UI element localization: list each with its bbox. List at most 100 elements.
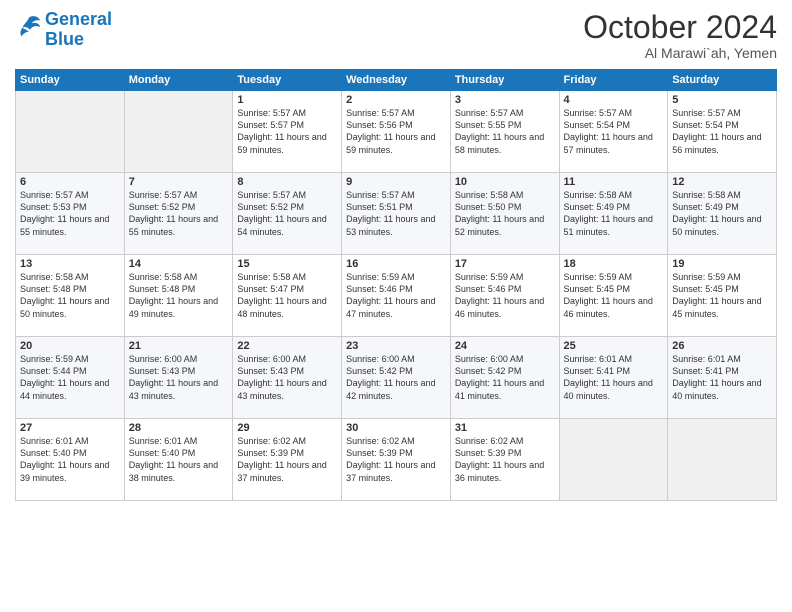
day-cell: 29 Sunrise: 6:02 AMSunset: 5:39 PMDaylig… (233, 419, 342, 501)
calendar-table: Sunday Monday Tuesday Wednesday Thursday… (15, 69, 777, 501)
day-info: Sunrise: 5:58 AMSunset: 5:49 PMDaylight:… (564, 189, 664, 238)
day-number: 4 (564, 94, 664, 106)
day-number: 18 (564, 258, 664, 270)
day-number: 9 (346, 176, 446, 188)
day-cell: 15 Sunrise: 5:58 AMSunset: 5:47 PMDaylig… (233, 255, 342, 337)
day-info: Sunrise: 6:02 AMSunset: 5:39 PMDaylight:… (346, 435, 446, 484)
day-cell: 18 Sunrise: 5:59 AMSunset: 5:45 PMDaylig… (559, 255, 668, 337)
day-cell: 10 Sunrise: 5:58 AMSunset: 5:50 PMDaylig… (450, 173, 559, 255)
day-info: Sunrise: 5:57 AMSunset: 5:56 PMDaylight:… (346, 107, 446, 156)
header: General Blue October 2024 Al Marawi`ah, … (15, 10, 777, 61)
day-number: 25 (564, 340, 664, 352)
day-number: 7 (129, 176, 229, 188)
day-info: Sunrise: 5:59 AMSunset: 5:46 PMDaylight:… (346, 271, 446, 320)
day-info: Sunrise: 6:00 AMSunset: 5:42 PMDaylight:… (455, 353, 555, 402)
day-cell: 22 Sunrise: 6:00 AMSunset: 5:43 PMDaylig… (233, 337, 342, 419)
col-saturday: Saturday (668, 70, 777, 91)
day-cell: 1 Sunrise: 5:57 AMSunset: 5:57 PMDayligh… (233, 91, 342, 173)
day-info: Sunrise: 5:57 AMSunset: 5:57 PMDaylight:… (237, 107, 337, 156)
day-cell: 9 Sunrise: 5:57 AMSunset: 5:51 PMDayligh… (342, 173, 451, 255)
day-number: 13 (20, 258, 120, 270)
day-number: 1 (237, 94, 337, 106)
day-info: Sunrise: 5:58 AMSunset: 5:50 PMDaylight:… (455, 189, 555, 238)
day-info: Sunrise: 5:58 AMSunset: 5:47 PMDaylight:… (237, 271, 337, 320)
day-cell (559, 419, 668, 501)
day-info: Sunrise: 5:58 AMSunset: 5:48 PMDaylight:… (20, 271, 120, 320)
day-cell: 5 Sunrise: 5:57 AMSunset: 5:54 PMDayligh… (668, 91, 777, 173)
day-info: Sunrise: 5:57 AMSunset: 5:54 PMDaylight:… (672, 107, 772, 156)
day-cell: 6 Sunrise: 5:57 AMSunset: 5:53 PMDayligh… (16, 173, 125, 255)
day-info: Sunrise: 6:02 AMSunset: 5:39 PMDaylight:… (237, 435, 337, 484)
logo-text-line2: Blue (45, 30, 112, 50)
day-cell: 17 Sunrise: 5:59 AMSunset: 5:46 PMDaylig… (450, 255, 559, 337)
day-info: Sunrise: 6:01 AMSunset: 5:40 PMDaylight:… (129, 435, 229, 484)
day-number: 15 (237, 258, 337, 270)
day-number: 11 (564, 176, 664, 188)
day-cell: 21 Sunrise: 6:00 AMSunset: 5:43 PMDaylig… (124, 337, 233, 419)
day-number: 30 (346, 422, 446, 434)
day-cell: 8 Sunrise: 5:57 AMSunset: 5:52 PMDayligh… (233, 173, 342, 255)
day-info: Sunrise: 5:57 AMSunset: 5:52 PMDaylight:… (129, 189, 229, 238)
day-cell: 31 Sunrise: 6:02 AMSunset: 5:39 PMDaylig… (450, 419, 559, 501)
day-number: 10 (455, 176, 555, 188)
day-cell: 25 Sunrise: 6:01 AMSunset: 5:41 PMDaylig… (559, 337, 668, 419)
day-cell (16, 91, 125, 173)
day-info: Sunrise: 5:57 AMSunset: 5:54 PMDaylight:… (564, 107, 664, 156)
day-cell: 19 Sunrise: 5:59 AMSunset: 5:45 PMDaylig… (668, 255, 777, 337)
day-number: 27 (20, 422, 120, 434)
col-sunday: Sunday (16, 70, 125, 91)
day-cell: 13 Sunrise: 5:58 AMSunset: 5:48 PMDaylig… (16, 255, 125, 337)
col-thursday: Thursday (450, 70, 559, 91)
week-row-4: 20 Sunrise: 5:59 AMSunset: 5:44 PMDaylig… (16, 337, 777, 419)
day-number: 20 (20, 340, 120, 352)
week-row-1: 1 Sunrise: 5:57 AMSunset: 5:57 PMDayligh… (16, 91, 777, 173)
day-cell: 20 Sunrise: 5:59 AMSunset: 5:44 PMDaylig… (16, 337, 125, 419)
col-monday: Monday (124, 70, 233, 91)
subtitle: Al Marawi`ah, Yemen (583, 45, 777, 61)
day-number: 8 (237, 176, 337, 188)
month-title: October 2024 (583, 10, 777, 45)
day-info: Sunrise: 5:57 AMSunset: 5:51 PMDaylight:… (346, 189, 446, 238)
day-cell: 28 Sunrise: 6:01 AMSunset: 5:40 PMDaylig… (124, 419, 233, 501)
day-number: 22 (237, 340, 337, 352)
day-cell: 7 Sunrise: 5:57 AMSunset: 5:52 PMDayligh… (124, 173, 233, 255)
day-number: 3 (455, 94, 555, 106)
header-row: Sunday Monday Tuesday Wednesday Thursday… (16, 70, 777, 91)
col-friday: Friday (559, 70, 668, 91)
day-cell: 2 Sunrise: 5:57 AMSunset: 5:56 PMDayligh… (342, 91, 451, 173)
day-number: 23 (346, 340, 446, 352)
logo-icon (15, 13, 43, 41)
day-number: 2 (346, 94, 446, 106)
day-info: Sunrise: 5:59 AMSunset: 5:44 PMDaylight:… (20, 353, 120, 402)
day-number: 26 (672, 340, 772, 352)
day-cell: 11 Sunrise: 5:58 AMSunset: 5:49 PMDaylig… (559, 173, 668, 255)
day-info: Sunrise: 5:58 AMSunset: 5:49 PMDaylight:… (672, 189, 772, 238)
day-cell (124, 91, 233, 173)
day-number: 31 (455, 422, 555, 434)
day-cell: 4 Sunrise: 5:57 AMSunset: 5:54 PMDayligh… (559, 91, 668, 173)
day-cell: 30 Sunrise: 6:02 AMSunset: 5:39 PMDaylig… (342, 419, 451, 501)
day-number: 6 (20, 176, 120, 188)
day-info: Sunrise: 5:58 AMSunset: 5:48 PMDaylight:… (129, 271, 229, 320)
title-block: October 2024 Al Marawi`ah, Yemen (583, 10, 777, 61)
day-cell: 26 Sunrise: 6:01 AMSunset: 5:41 PMDaylig… (668, 337, 777, 419)
day-number: 14 (129, 258, 229, 270)
day-info: Sunrise: 5:57 AMSunset: 5:55 PMDaylight:… (455, 107, 555, 156)
day-info: Sunrise: 6:00 AMSunset: 5:42 PMDaylight:… (346, 353, 446, 402)
day-cell: 12 Sunrise: 5:58 AMSunset: 5:49 PMDaylig… (668, 173, 777, 255)
logo: General Blue (15, 10, 112, 50)
day-cell: 27 Sunrise: 6:01 AMSunset: 5:40 PMDaylig… (16, 419, 125, 501)
week-row-3: 13 Sunrise: 5:58 AMSunset: 5:48 PMDaylig… (16, 255, 777, 337)
day-info: Sunrise: 5:57 AMSunset: 5:52 PMDaylight:… (237, 189, 337, 238)
col-wednesday: Wednesday (342, 70, 451, 91)
day-info: Sunrise: 5:59 AMSunset: 5:45 PMDaylight:… (672, 271, 772, 320)
day-info: Sunrise: 5:57 AMSunset: 5:53 PMDaylight:… (20, 189, 120, 238)
day-info: Sunrise: 6:01 AMSunset: 5:41 PMDaylight:… (672, 353, 772, 402)
logo-text-line1: General (45, 10, 112, 30)
day-cell: 16 Sunrise: 5:59 AMSunset: 5:46 PMDaylig… (342, 255, 451, 337)
week-row-5: 27 Sunrise: 6:01 AMSunset: 5:40 PMDaylig… (16, 419, 777, 501)
day-info: Sunrise: 5:59 AMSunset: 5:46 PMDaylight:… (455, 271, 555, 320)
day-info: Sunrise: 6:00 AMSunset: 5:43 PMDaylight:… (129, 353, 229, 402)
day-number: 19 (672, 258, 772, 270)
day-cell: 24 Sunrise: 6:00 AMSunset: 5:42 PMDaylig… (450, 337, 559, 419)
